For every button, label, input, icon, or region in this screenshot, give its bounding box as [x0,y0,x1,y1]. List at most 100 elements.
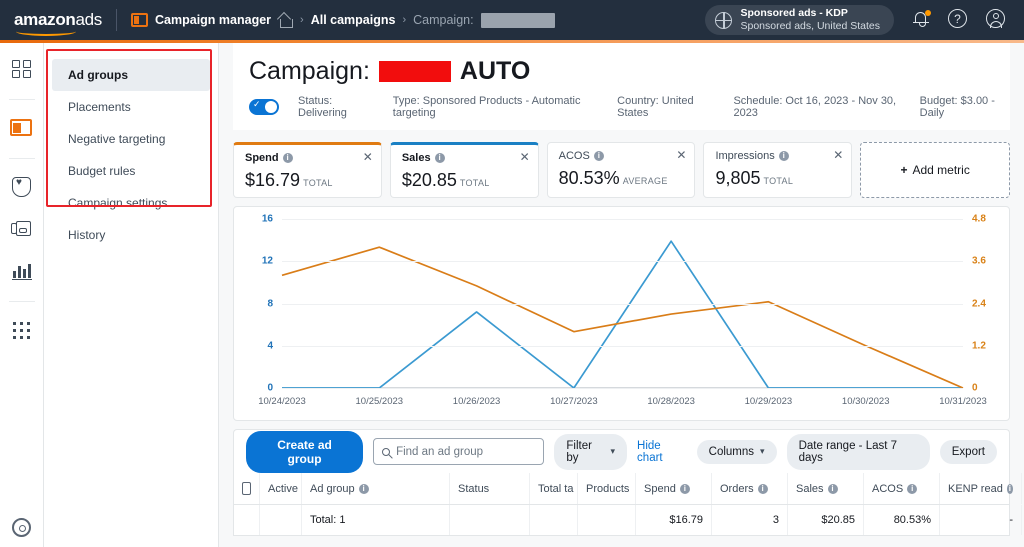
info-icon[interactable]: i [282,153,293,163]
chart-x-tick: 10/31/2023 [939,396,987,407]
column-label: Orders [720,482,754,495]
apps-grid-icon[interactable] [10,318,34,342]
chart-x-tick: 10/25/2023 [355,396,404,407]
close-icon[interactable]: ✕ [520,151,530,163]
metric-unit: TOTAL [303,178,333,188]
chart-x-tick: 10/27/2023 [550,396,598,407]
table-column-header: ACOS i [864,473,940,504]
campaign-sidebar: Ad groups Placements Negative targeting … [44,43,219,547]
icon-rail [0,43,44,547]
chart-y-tick-right: 3.6 [972,255,986,267]
table-cell [234,505,260,535]
close-icon[interactable]: ✕ [833,149,843,161]
chart-gridline [282,345,963,347]
add-metric-label: Add metric [912,163,970,177]
campaign-manager-icon[interactable] [9,116,34,140]
reports-bar-chart-icon[interactable] [10,259,34,283]
info-icon[interactable]: i [593,151,604,161]
page-header: Campaign: AUTO Status: Delivering Type: … [233,43,1010,130]
chart-gridline [282,388,963,389]
notifications-button[interactable] [910,9,932,31]
redacted-campaign-name [480,12,555,28]
chart-gridline [282,261,963,263]
top-header-bar: amazonads Campaign manager › All campaig… [0,0,1024,40]
brand-safety-shield-icon[interactable] [10,175,34,199]
creative-media-icon[interactable] [10,217,34,241]
amazon-ads-logo[interactable]: amazonads [0,10,102,36]
breadcrumb-separator-2: › [402,14,407,26]
table-column-header: Total ta [530,473,578,504]
sidebar-item-history[interactable]: History [52,219,210,251]
close-icon[interactable]: ✕ [676,149,686,161]
ad-groups-table: Active Ad group i Status Total ta Products Spe… [233,473,1022,536]
info-icon[interactable]: i [434,153,445,163]
table-column-header: Spend i [636,473,712,504]
sidebar-item-negative-targeting[interactable]: Negative targeting [52,123,210,155]
sidebar-item-budget-rules[interactable]: Budget rules [52,155,210,187]
metric-card-sales[interactable]: Sales i ✕ $20.85 TOTAL [389,142,539,198]
metric-unit: TOTAL [459,178,490,188]
column-label: Spend [644,482,676,495]
sidebar-item-ad-groups[interactable]: Ad groups [52,59,210,91]
metric-unit: TOTAL [763,176,794,186]
table-column-header: Orders i [712,473,788,504]
metric-card-acos[interactable]: ACOS i ✕ 80.53% AVERAGE [546,142,696,198]
account-selector[interactable]: Sponsored ads - KDP Sponsored ads, Unite… [705,5,894,35]
chart-gridline [282,219,963,220]
hide-chart-link[interactable]: Hide chart [637,440,687,464]
info-icon[interactable]: i [827,483,838,494]
table-cell: $16.79 [636,505,712,535]
table-cell [578,505,636,535]
add-metric-button[interactable]: + Add metric [860,142,1011,198]
search-icon [382,447,391,456]
dashboard-grid-icon[interactable] [10,57,34,81]
table-column-header: Status [450,473,530,504]
create-ad-group-button[interactable]: Create ad group [246,430,364,473]
close-icon[interactable]: ✕ [363,151,373,163]
sidebar-item-placements[interactable]: Placements [52,91,210,123]
info-icon[interactable]: i [358,483,369,494]
rail-divider-1 [8,99,35,100]
breadcrumb-campaign-manager[interactable]: Campaign manager [155,13,271,27]
info-icon[interactable]: i [907,483,918,494]
help-button[interactable]: ? [948,9,970,31]
main-content: Campaign: AUTO Status: Delivering Type: … [219,43,1024,547]
date-range-button[interactable]: Date range - Last 7 days [786,433,930,470]
table-row: Total: 1 $16.79 3 $20.85 80.53% - [234,505,1022,535]
chart-x-tick: 10/28/2023 [647,396,695,407]
info-icon[interactable]: i [1006,483,1013,494]
column-label: Status [458,482,490,495]
table-cell [260,505,302,535]
chevron-down-icon: ▾ [610,446,616,456]
profile-button[interactable] [986,9,1008,31]
sidebar-item-campaign-settings[interactable]: Campaign settings [52,187,210,219]
search-ad-group-field[interactable]: Find an ad group [373,438,545,465]
breadcrumb-all-campaigns[interactable]: All campaigns [311,13,396,27]
table-toolbar: Create ad group Find an ad group Filter … [233,429,1010,473]
sidebar-item-label: History [68,228,106,242]
sidebar-item-label: Campaign settings [68,196,168,210]
chart-x-tick: 10/30/2023 [841,396,890,407]
column-label: KENP read [948,482,1003,495]
metric-card-spend[interactable]: Spend i ✕ $16.79 TOTAL [233,142,382,198]
sidebar-item-label: Ad groups [68,68,128,82]
column-label: Products [586,482,630,495]
settings-gear-button[interactable] [12,518,31,537]
campaign-meta-row: Status: Delivering Type: Sponsored Produ… [233,86,1010,130]
columns-dropdown[interactable]: Columns ▾ [696,439,777,464]
select-all-checkbox[interactable] [242,482,251,495]
metric-card-impressions[interactable]: Impressions i ✕ 9,805 TOTAL [703,142,853,198]
info-icon[interactable]: i [679,483,690,494]
page-title-label: Campaign: [249,57,370,85]
info-icon[interactable]: i [778,151,789,161]
export-button[interactable]: Export [939,439,997,464]
type-text: Type: Sponsored Products - Automatic tar… [392,95,581,119]
budget-text: Budget: $3.00 - Daily [919,95,995,119]
search-placeholder: Find an ad group [396,445,484,458]
home-icon[interactable] [278,14,294,28]
account-marketplace: Sponsored ads, United States [740,20,880,32]
filter-by-dropdown[interactable]: Filter by ▾ [554,433,628,470]
info-icon[interactable]: i [757,483,768,494]
select-all-checkbox-cell[interactable] [234,473,260,504]
campaign-status-toggle[interactable] [249,99,279,115]
